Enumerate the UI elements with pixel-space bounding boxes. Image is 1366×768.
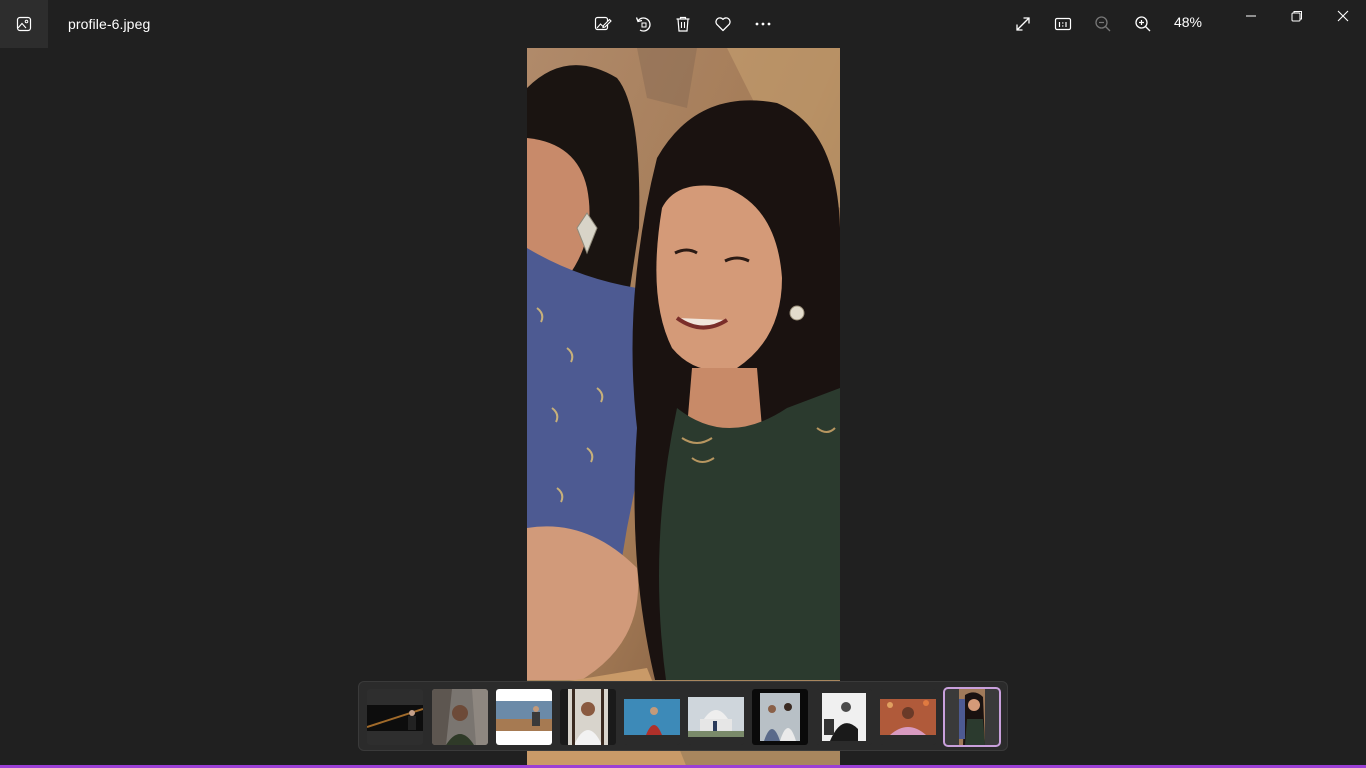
thumbnail-1[interactable] <box>367 689 423 745</box>
photos-app-icon <box>16 16 32 32</box>
actual-size-button[interactable] <box>1047 8 1079 40</box>
thumbnail-5[interactable] <box>624 689 680 745</box>
thumbnail-image <box>945 689 999 745</box>
restore-icon <box>1291 11 1302 22</box>
thumbnail-4[interactable] <box>560 689 616 745</box>
thumbnail-image <box>880 689 936 745</box>
edit-image-button[interactable] <box>587 8 619 40</box>
thumbnail-9[interactable] <box>880 689 936 745</box>
zoom-out-icon <box>1095 16 1111 32</box>
thumbnail-6[interactable] <box>688 689 744 745</box>
thumbnail-7[interactable] <box>752 689 808 745</box>
more-options-icon <box>755 22 771 26</box>
thumbnail-image <box>752 689 808 745</box>
delete-button[interactable] <box>667 8 699 40</box>
photos-app-window: profile-6.jpeg 48% <box>0 0 1366 768</box>
thumbnail-image <box>688 689 744 745</box>
zoom-out-button[interactable] <box>1087 8 1119 40</box>
fullscreen-button[interactable] <box>1007 8 1039 40</box>
thumbnail-image <box>624 689 680 745</box>
fullscreen-icon <box>1016 17 1030 31</box>
zoom-level[interactable]: 48% <box>1168 14 1208 30</box>
restore-button[interactable] <box>1274 0 1320 32</box>
rotate-button[interactable] <box>627 8 659 40</box>
file-name: profile-6.jpeg <box>68 16 151 32</box>
actual-size-icon <box>1054 17 1072 31</box>
close-icon <box>1337 10 1349 22</box>
favorite-button[interactable] <box>707 8 739 40</box>
thumbnail-3[interactable] <box>496 689 552 745</box>
thumbnail-image <box>496 689 552 745</box>
photo-view[interactable] <box>527 48 840 768</box>
thumbnail-image <box>560 689 616 745</box>
thumbnail-image <box>432 689 488 745</box>
rotate-icon <box>635 17 651 32</box>
close-button[interactable] <box>1320 0 1366 32</box>
more-options-button[interactable] <box>747 8 779 40</box>
zoom-in-button[interactable] <box>1127 8 1159 40</box>
thumbnail-8[interactable] <box>816 689 872 745</box>
edit-image-icon <box>594 16 612 31</box>
title-bar: profile-6.jpeg 48% <box>0 0 1366 48</box>
zoom-in-icon <box>1135 16 1151 32</box>
minimize-button[interactable] <box>1228 0 1274 32</box>
app-icon-button[interactable] <box>0 0 48 48</box>
favorite-heart-icon <box>715 17 731 32</box>
portrait-photo <box>527 48 840 768</box>
thumbnail-10-selected[interactable] <box>943 687 1001 747</box>
filmstrip <box>358 681 1008 751</box>
delete-icon <box>676 16 690 32</box>
thumbnail-image <box>367 689 423 745</box>
thumbnail-image <box>816 689 872 745</box>
minimize-icon <box>1246 15 1256 17</box>
thumbnail-2[interactable] <box>432 689 488 745</box>
